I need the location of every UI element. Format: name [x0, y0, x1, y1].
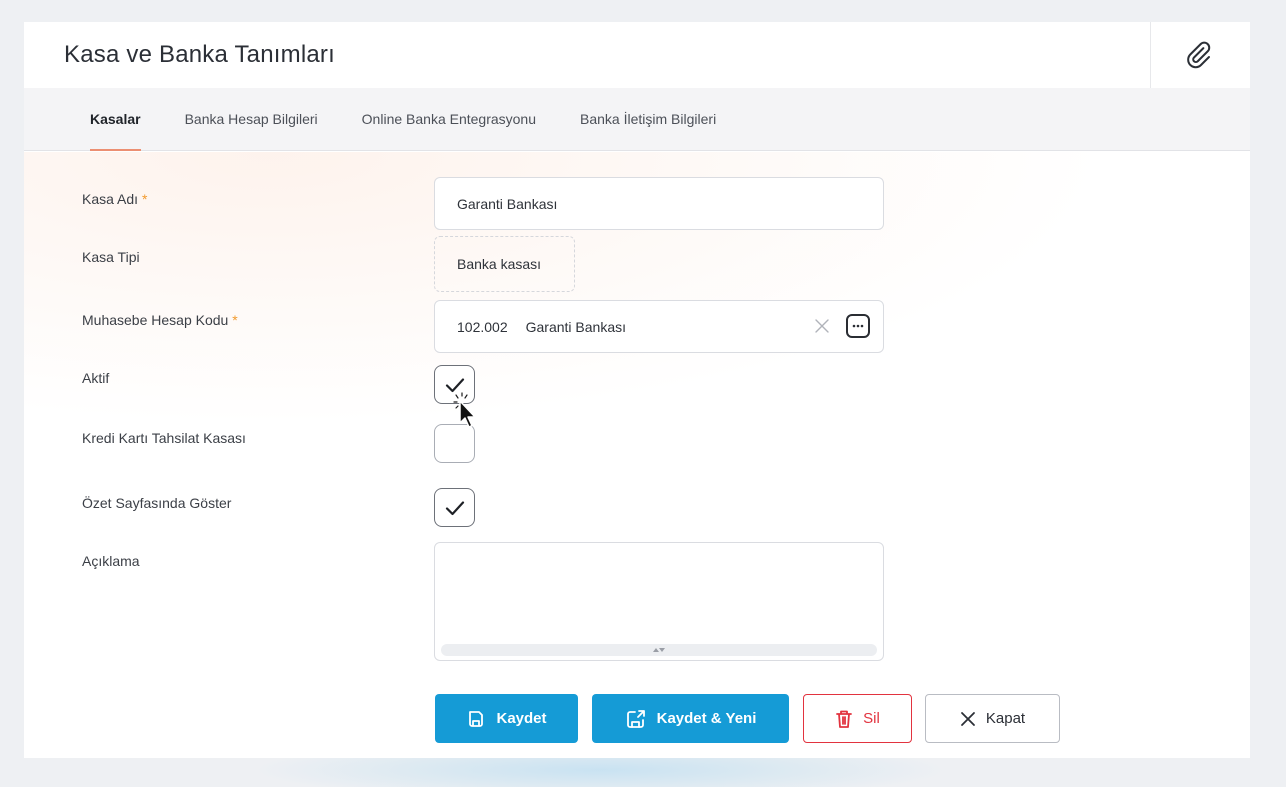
save-button[interactable]: Kaydet	[435, 694, 578, 743]
muhasebe-hesap-kodu-input[interactable]: 102.002 Garanti Bankası	[434, 300, 884, 353]
kasa-tipi-value: Banka kasası	[457, 256, 542, 272]
aciklama-label: Açıklama	[82, 553, 140, 569]
kasa-adi-value: Garanti Bankası	[457, 195, 558, 212]
ozet-checkbox[interactable]	[434, 488, 475, 527]
tab-banka-iletisim-bilgileri[interactable]: Banka İletişim Bilgileri	[580, 88, 716, 151]
paperclip-icon	[1186, 41, 1210, 69]
save-and-new-button-label: Kaydet & Yeni	[656, 710, 757, 727]
tab-online-banka-entegrasyonu[interactable]: Online Banka Entegrasyonu	[362, 88, 536, 151]
close-button-label: Kapat	[985, 710, 1026, 727]
tab-banka-hesap-bilgileri[interactable]: Banka Hesap Bilgileri	[185, 88, 318, 151]
save-button-label: Kaydet	[496, 710, 547, 727]
textarea-resize-handle[interactable]	[441, 644, 877, 656]
resize-arrows-icon	[653, 648, 665, 652]
form-window: Kasa ve Banka Tanımları Kasalar Banka He…	[24, 22, 1250, 758]
attach-button[interactable]	[1150, 22, 1246, 88]
kasa-adi-label: Kasa Adı *	[82, 191, 147, 207]
page-title: Kasa ve Banka Tanımları	[64, 41, 335, 68]
mouse-cursor-icon	[453, 392, 476, 428]
kasa-tipi-field: Banka kasası	[434, 236, 575, 292]
close-button[interactable]: Kapat	[925, 694, 1060, 743]
ozet-label: Özet Sayfasında Göster	[82, 495, 232, 511]
trash-icon	[836, 710, 853, 728]
kasa-adi-label-text: Kasa Adı	[82, 191, 139, 207]
ellipsis-icon	[852, 324, 864, 328]
kasa-adi-input[interactable]: Garanti Bankası	[434, 177, 884, 230]
save-new-icon	[626, 709, 645, 728]
account-name: Garanti Bankası	[525, 318, 626, 335]
save-icon	[469, 710, 484, 727]
aciklama-textarea[interactable]	[434, 542, 884, 661]
clear-icon[interactable]	[813, 317, 831, 335]
delete-button-label: Sil	[863, 710, 880, 727]
save-and-new-button[interactable]: Kaydet & Yeni	[592, 694, 789, 743]
muhasebe-hesap-kodu-label: Muhasebe Hesap Kodu *	[82, 312, 238, 328]
tab-kasalar[interactable]: Kasalar	[90, 88, 141, 151]
required-mark: *	[232, 312, 238, 328]
check-icon	[445, 500, 464, 515]
close-icon	[960, 711, 975, 726]
required-mark: *	[141, 191, 148, 207]
tab-bar: Kasalar Banka Hesap Bilgileri Online Ban…	[24, 88, 1250, 151]
more-options-button[interactable]	[846, 314, 870, 338]
kredi-karti-label: Kredi Kartı Tahsilat Kasası	[82, 430, 246, 446]
delete-button[interactable]: Sil	[803, 694, 912, 743]
aktif-label: Aktif	[82, 370, 110, 386]
kasa-tipi-label: Kasa Tipi	[82, 249, 140, 265]
page-header: Kasa ve Banka Tanımları	[24, 22, 1250, 88]
account-code: 102.002	[457, 318, 508, 335]
muhasebe-label-text: Muhasebe Hesap Kodu	[82, 312, 229, 328]
